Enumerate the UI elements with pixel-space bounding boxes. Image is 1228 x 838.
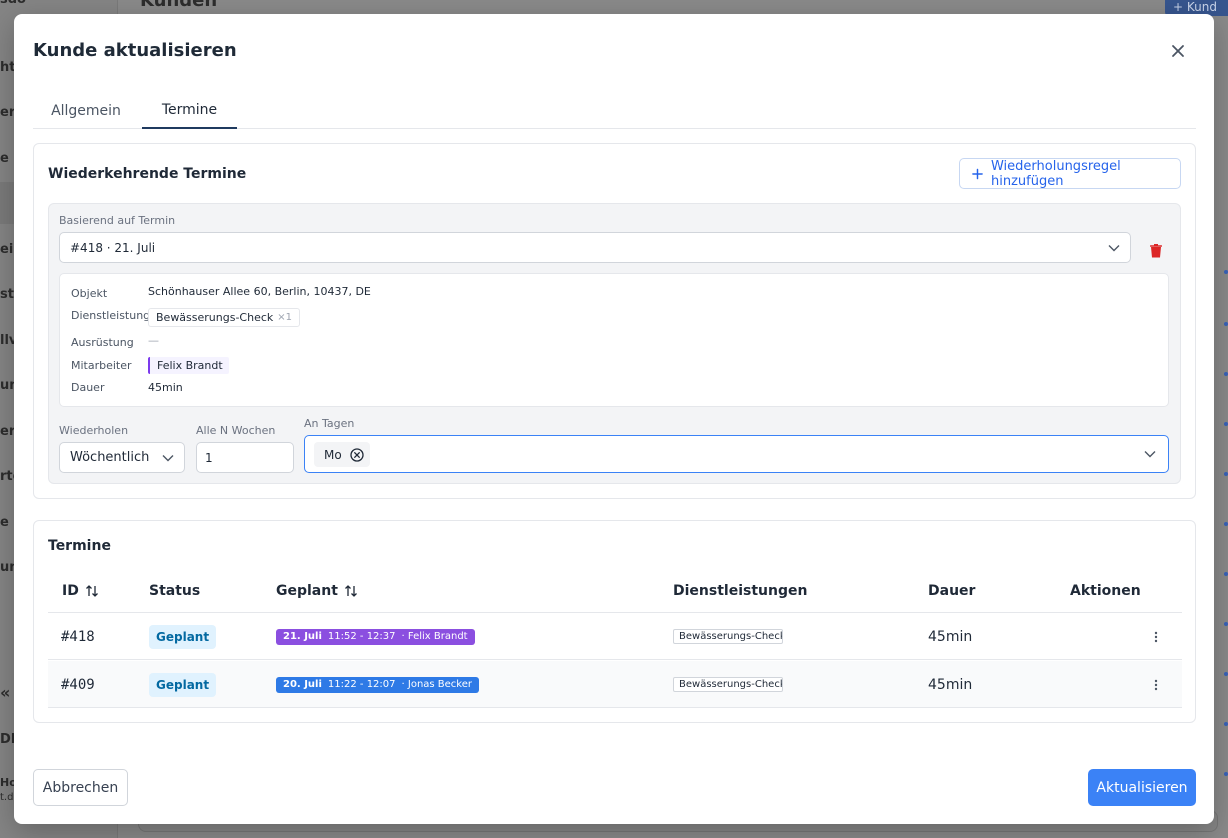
schedule-pill[interactable]: 20. Juli 11:22 - 12:07 · Jonas Becker: [276, 676, 480, 693]
background-topbar: [118, 0, 1228, 14]
plus-icon: [972, 168, 983, 179]
equipment-label: Ausrüstung: [71, 336, 134, 349]
service-tag: Bewässerungs-Check: [673, 629, 783, 644]
schedule-date: 21. Juli: [283, 631, 322, 642]
every-n-weeks-label: Alle N Wochen: [196, 424, 276, 437]
column-header-id[interactable]: ID: [62, 568, 99, 613]
appointments-card: Termine ID Status Geplant Dienstleistung…: [33, 520, 1196, 723]
tab-termine[interactable]: Termine: [142, 92, 237, 129]
sort-icon: [344, 584, 357, 597]
duration-label: Dauer: [71, 381, 105, 394]
repeat-value: Wöchentlich: [70, 450, 150, 465]
column-header-status: Status: [149, 582, 201, 599]
bg-collapse-icon: «: [0, 683, 11, 702]
recurrence-rule: Basierend auf Termin #418 · 21. Juli Obj…: [48, 203, 1181, 484]
remove-day-button[interactable]: [350, 447, 364, 462]
column-label: Geplant: [276, 582, 338, 599]
column-header-services: Dienstleistungen: [673, 582, 808, 599]
update-customer-modal: Kunde aktualisieren Allgemein Termine Wi…: [14, 14, 1214, 824]
table-row[interactable]: #409 Geplant 20. Juli 11:22 - 12:07 · Jo…: [48, 661, 1182, 708]
row-actions-button[interactable]: [1148, 677, 1164, 693]
service-name: Bewässerungs-Check: [156, 311, 274, 324]
cancel-button[interactable]: Abbrechen: [33, 769, 128, 806]
close-icon: [1172, 45, 1184, 57]
objekt-label: Objekt: [71, 287, 108, 300]
row-actions-button[interactable]: [1148, 629, 1164, 645]
sort-icon: [85, 584, 98, 597]
status-badge: Geplant: [149, 672, 217, 697]
objekt-value: Schönhauser Allee 60, Berlin, 10437, DE: [148, 285, 371, 298]
duration-cell: 45min: [928, 628, 973, 645]
appointment-id: #409: [61, 676, 95, 693]
table-row[interactable]: #418 Geplant 21. Juli 11:52 - 12:37 · Fe…: [48, 613, 1182, 660]
duration-cell: 45min: [928, 676, 973, 693]
more-vertical-icon: [1154, 679, 1158, 690]
days-label: An Tagen: [304, 417, 355, 430]
appointments-title: Termine: [48, 538, 111, 554]
schedule-time: 11:22 - 12:07: [327, 679, 396, 690]
schedule-pill[interactable]: 21. Juli 11:52 - 12:37 · Felix Brandt: [276, 628, 475, 645]
bg-side-text: er: [0, 424, 16, 439]
column-label: ID: [62, 582, 79, 599]
based-on-label: Basierend auf Termin: [59, 214, 176, 227]
tab-allgemein[interactable]: Allgemein: [33, 92, 139, 129]
modal-title: Kunde aktualisieren: [33, 40, 237, 61]
bg-side-text: e: [0, 151, 9, 166]
appointment-details: Objekt Schönhauser Allee 60, Berlin, 104…: [59, 273, 1169, 407]
recurring-card: Wiederkehrende Termine Wiederholungsrege…: [33, 143, 1196, 499]
column-header-scheduled[interactable]: Geplant: [276, 568, 358, 613]
add-rule-label: Wiederholungsregel hinzufügen: [990, 158, 1121, 189]
close-button[interactable]: [1166, 39, 1190, 63]
day-chip-label: Mo: [324, 447, 342, 462]
status-badge: Geplant: [149, 624, 217, 649]
recurring-title: Wiederkehrende Termine: [48, 166, 247, 182]
more-vertical-icon: [1154, 631, 1158, 642]
bg-side-text: ei: [0, 242, 14, 257]
every-n-weeks-input[interactable]: 1: [196, 442, 294, 473]
schedule-date: 20. Juli: [283, 679, 322, 690]
bg-row-indicators: [1214, 150, 1228, 810]
repeat-label: Wiederholen: [59, 424, 129, 437]
appointment-id: #418: [61, 628, 95, 645]
days-multiselect[interactable]: Mo: [304, 435, 1169, 473]
employee-chip: Felix Brandt: [148, 357, 229, 374]
service-quantity: ×1: [277, 312, 293, 323]
bg-page-title: Kunden: [140, 0, 218, 11]
column-header-actions: Aktionen: [1070, 582, 1141, 599]
close-circle-icon: [350, 447, 364, 462]
modal-tabs: Allgemein Termine: [33, 92, 1196, 129]
equipment-value: —: [148, 334, 159, 347]
schedule-employee: · Felix Brandt: [401, 631, 468, 642]
column-header-duration: Dauer: [928, 582, 976, 599]
schedule-time: 11:52 - 12:37: [327, 631, 396, 642]
schedule-employee: · Jonas Becker: [401, 679, 473, 690]
bg-side-text: er: [0, 105, 16, 120]
bg-logo-fragment: sdo: [0, 0, 26, 7]
day-chip: Mo: [314, 442, 370, 467]
employee-label: Mitarbeiter: [71, 359, 132, 372]
delete-rule-button[interactable]: [1145, 240, 1167, 262]
chevron-down-icon: [1108, 244, 1120, 251]
based-on-value: #418 · 21. Juli: [70, 240, 156, 255]
update-button[interactable]: Aktualisieren: [1088, 769, 1196, 806]
trash-icon: [1150, 244, 1162, 258]
chevron-down-icon: [1144, 451, 1156, 458]
add-rule-button[interactable]: Wiederholungsregel hinzufügen: [959, 158, 1181, 189]
service-tag: Bewässerungs-Check: [673, 677, 783, 692]
chevron-down-icon: [162, 454, 174, 461]
bg-side-text: e: [0, 515, 9, 530]
duration-value: 45min: [148, 381, 183, 394]
repeat-select[interactable]: Wöchentlich: [59, 442, 185, 473]
service-chip: Bewässerungs-Check ×1: [148, 308, 301, 327]
based-on-select[interactable]: #418 · 21. Juli: [59, 232, 1131, 263]
